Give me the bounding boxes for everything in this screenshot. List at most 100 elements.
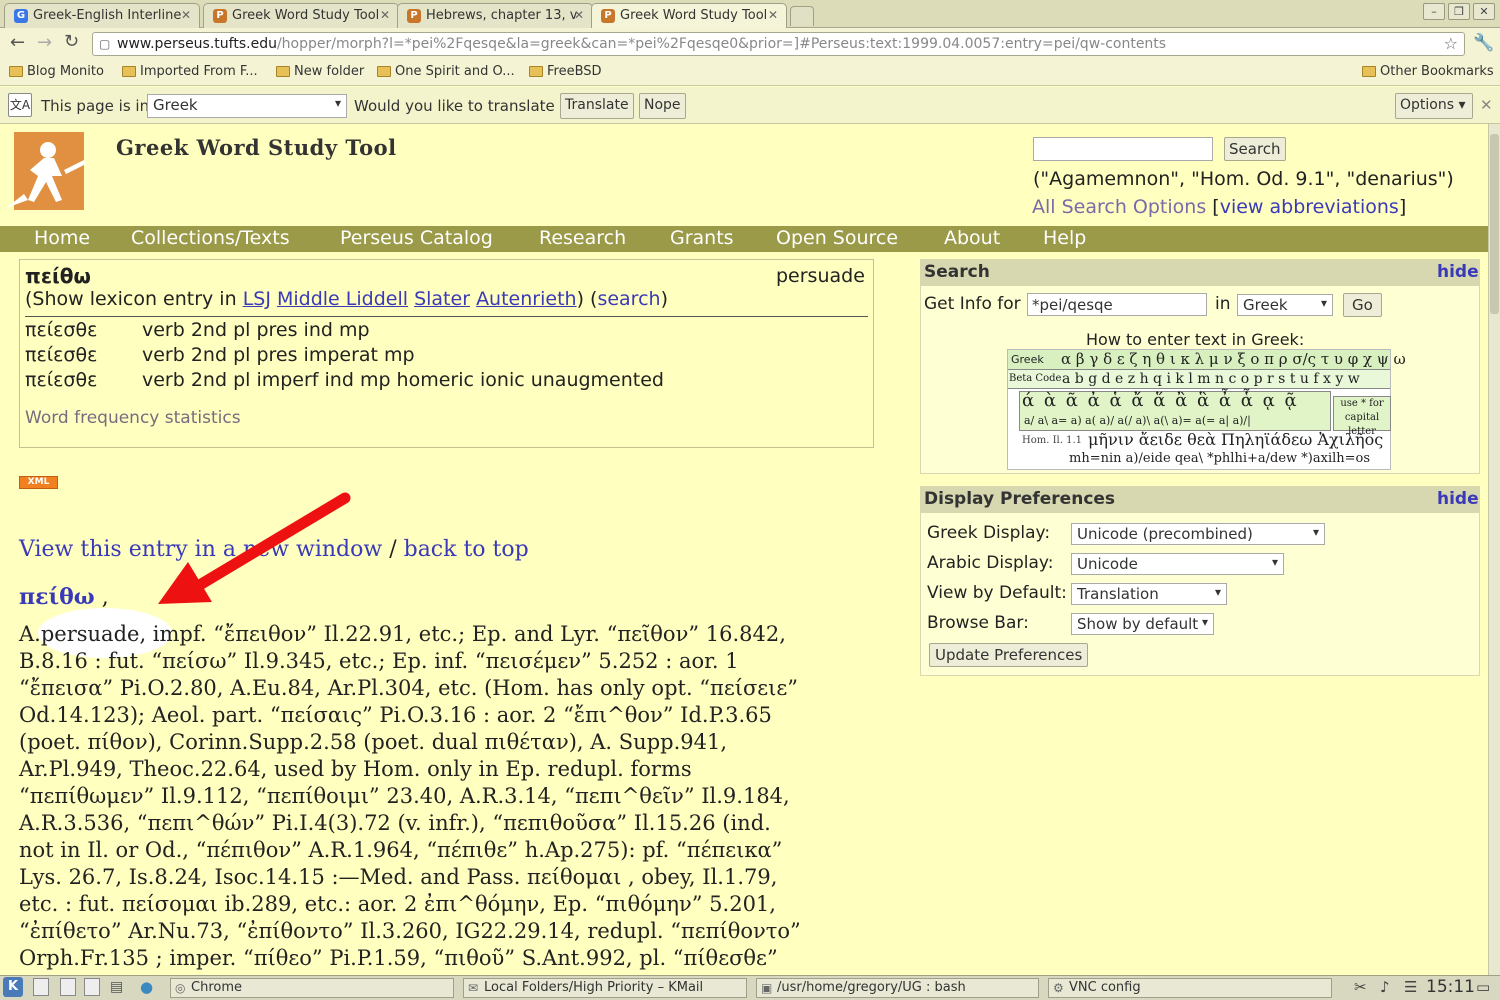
bookmark-folder[interactable]: FreeBSD bbox=[529, 64, 602, 79]
go-button[interactable]: Go bbox=[1343, 293, 1382, 317]
entry-line: Lys. 26.7, Is.8.24, Isoc.14.15 :—Med. an… bbox=[19, 865, 778, 889]
lexicon-slater-link[interactable]: Slater bbox=[414, 288, 470, 310]
maximize-icon[interactable]: ❐ bbox=[1448, 3, 1470, 20]
nav-collections[interactable]: Collections/Texts bbox=[131, 227, 290, 249]
folder-icon bbox=[276, 66, 290, 77]
nav-research[interactable]: Research bbox=[539, 227, 626, 249]
nope-button[interactable]: Nope bbox=[639, 93, 686, 119]
task-kmail[interactable]: ✉ Local Folders/High Priority – KMail bbox=[463, 978, 747, 998]
search-examples: ("Agamemnon", "Hom. Od. 9.1", "denarius"… bbox=[1033, 168, 1454, 190]
accent-codes: a/ a\ a= a) a( a)/ a(/ a)\ a(\ a)= a(= a… bbox=[1024, 414, 1251, 427]
close-icon[interactable]: ✕ bbox=[181, 8, 191, 22]
perseus-logo[interactable] bbox=[4, 130, 98, 214]
translate-prefix: This page is in bbox=[41, 97, 150, 115]
nav-help[interactable]: Help bbox=[1043, 227, 1086, 249]
clock[interactable]: 15:11 bbox=[1426, 977, 1475, 997]
lexicon-autenrieth-link[interactable]: Autenrieth bbox=[476, 288, 577, 310]
search-panel-title: Search bbox=[920, 259, 1480, 286]
other-bookmarks[interactable]: Other Bookmarks bbox=[1362, 64, 1494, 79]
analysis-form: πείεσθε bbox=[25, 319, 98, 341]
volume-icon[interactable]: ♪ bbox=[1380, 978, 1390, 996]
close-icon[interactable]: ✕ bbox=[574, 8, 584, 22]
folder-icon bbox=[122, 66, 136, 77]
prefs-panel-hide-link[interactable]: hide bbox=[1437, 489, 1479, 509]
tab-greek-word-study-tool-1[interactable]: P Greek Word Study Tool ✕ bbox=[203, 3, 399, 28]
task-chrome[interactable]: ◎ Chrome bbox=[170, 978, 454, 998]
arabic-display-select[interactable]: Unicode bbox=[1071, 553, 1284, 575]
files-icon[interactable]: ▤ bbox=[110, 979, 123, 995]
kde-menu-icon[interactable]: K bbox=[3, 977, 23, 997]
howto-title: How to enter text in Greek: bbox=[1086, 330, 1305, 349]
search-panel-hide-link[interactable]: hide bbox=[1437, 262, 1479, 282]
xml-badge[interactable]: XML bbox=[19, 476, 58, 489]
tab-title: Greek Word Study Tool bbox=[620, 8, 768, 23]
back-to-top-link[interactable]: back to top bbox=[404, 537, 529, 562]
view-default-select[interactable]: Translation bbox=[1071, 583, 1227, 605]
translate-question: Would you like to translate it? bbox=[354, 97, 578, 115]
bookmark-folder[interactable]: New folder bbox=[276, 64, 364, 79]
lemma: πείθω bbox=[25, 264, 91, 288]
back-icon[interactable]: ← bbox=[10, 32, 25, 53]
task-label: VNC config bbox=[1069, 980, 1141, 995]
word-frequency-link[interactable]: Word frequency statistics bbox=[25, 408, 241, 428]
new-tab-button[interactable] bbox=[790, 6, 814, 26]
task-vnc[interactable]: ⚙ VNC config bbox=[1048, 978, 1332, 998]
system-tray-icon[interactable]: ☰ bbox=[1404, 978, 1417, 996]
browse-bar-select[interactable]: Show by default bbox=[1071, 613, 1214, 635]
capital-note: use * for capital letter bbox=[1333, 396, 1391, 437]
paren: ) bbox=[576, 288, 584, 310]
close-translate-icon[interactable]: ✕ bbox=[1480, 96, 1493, 114]
klipper-icon[interactable]: ✂ bbox=[1354, 978, 1367, 996]
nav-grants[interactable]: Grants bbox=[670, 227, 734, 249]
update-preferences-button[interactable]: Update Preferences bbox=[929, 643, 1089, 667]
translate-options-button[interactable]: Options ▾ bbox=[1395, 93, 1473, 119]
wrench-icon[interactable]: 🔧 bbox=[1473, 33, 1494, 53]
example-beta: mh=nin a)/eide qea\ *phlhi+a/dew *)axilh… bbox=[1069, 451, 1371, 466]
close-window-icon[interactable]: ✕ bbox=[1473, 3, 1495, 20]
task-terminal[interactable]: ▣ /usr/home/gregory/UG : bash bbox=[756, 978, 1039, 998]
desktop-icon[interactable] bbox=[33, 978, 49, 996]
page-scrollbar[interactable] bbox=[1488, 124, 1500, 975]
close-icon[interactable]: ✕ bbox=[768, 8, 778, 22]
get-info-input[interactable]: *pei/qesqe bbox=[1027, 293, 1207, 316]
network-icon[interactable]: ● bbox=[140, 978, 153, 996]
forward-icon[interactable]: → bbox=[37, 32, 52, 53]
desktop-icon[interactable] bbox=[84, 978, 100, 996]
nav-about[interactable]: About bbox=[944, 227, 1000, 249]
folder-icon bbox=[529, 66, 543, 77]
bookmark-folder[interactable]: Imported From F... bbox=[122, 64, 258, 79]
site-search-input[interactable] bbox=[1033, 137, 1213, 161]
bookmark-label: Imported From F... bbox=[140, 64, 258, 79]
divider bbox=[25, 316, 868, 317]
tab-title: Greek-English Interline bbox=[33, 8, 182, 23]
scrollbar-thumb[interactable] bbox=[1490, 134, 1499, 314]
all-search-options-link[interactable]: All Search Options bbox=[1032, 196, 1206, 218]
nav-open-source[interactable]: Open Source bbox=[776, 227, 898, 249]
desktop-icon[interactable] bbox=[60, 978, 76, 996]
greek-display-select[interactable]: Unicode (precombined) bbox=[1071, 523, 1325, 545]
site-title: Greek Word Study Tool bbox=[116, 135, 397, 160]
star-icon[interactable]: ☆ bbox=[1444, 34, 1458, 53]
address-bar[interactable]: ▢ www.perseus.tufts.edu/hopper/morph?l=*p… bbox=[92, 32, 1465, 56]
site-search-button[interactable]: Search bbox=[1224, 137, 1286, 161]
view-abbreviations-link[interactable]: view abbreviations bbox=[1220, 196, 1399, 218]
bookmark-folder[interactable]: One Spirit and O... bbox=[377, 64, 515, 79]
pref-label: View by Default: bbox=[927, 583, 1067, 603]
tab-hebrews-chapter-13[interactable]: P Hebrews, chapter 13, v ✕ bbox=[397, 3, 593, 28]
lexicon-search-link[interactable]: search bbox=[597, 288, 660, 310]
show-desktop-icon[interactable]: ▭ bbox=[1476, 978, 1490, 996]
lexicon-middle-liddell-link[interactable]: Middle Liddell bbox=[277, 288, 408, 310]
search-language-select[interactable]: Greek bbox=[1237, 294, 1333, 316]
close-icon[interactable]: ✕ bbox=[380, 8, 390, 22]
minimize-icon[interactable]: – bbox=[1423, 3, 1445, 20]
lexicon-lsj-link[interactable]: LSJ bbox=[243, 288, 271, 310]
tab-greek-word-study-tool-active[interactable]: P Greek Word Study Tool ✕ bbox=[591, 3, 787, 29]
bookmark-folder[interactable]: Blog Monito bbox=[9, 64, 104, 79]
nav-home[interactable]: Home bbox=[34, 227, 90, 249]
nav-catalog[interactable]: Perseus Catalog bbox=[340, 227, 493, 249]
translate-language-select[interactable]: Greek bbox=[147, 94, 347, 118]
reload-icon[interactable]: ↻ bbox=[64, 31, 79, 52]
analysis-form: πείεσθε bbox=[25, 344, 98, 366]
tab-greek-english-interlinear[interactable]: G Greek-English Interline ✕ bbox=[4, 3, 200, 28]
translate-button[interactable]: Translate bbox=[560, 93, 634, 119]
